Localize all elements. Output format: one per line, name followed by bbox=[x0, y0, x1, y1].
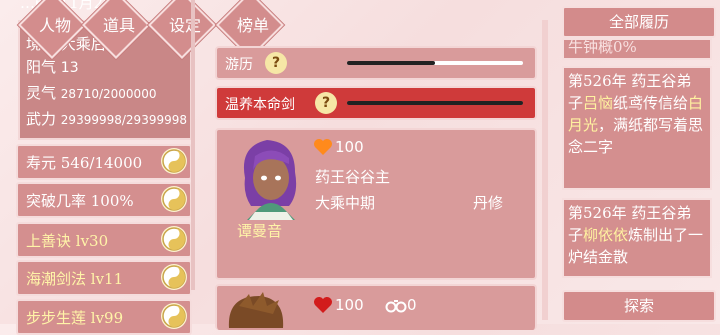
travel-progress-fill bbox=[347, 61, 435, 65]
skill-breakthrough[interactable]: 突破几率 100% bbox=[16, 182, 192, 218]
help-icon[interactable]: ? bbox=[265, 52, 287, 74]
middle-scrollbar[interactable] bbox=[542, 20, 548, 320]
skill-haichao[interactable]: 海潮剑法 lv11 bbox=[16, 260, 192, 296]
heart-orange-icon bbox=[313, 138, 333, 160]
skill-lifespan[interactable]: 寿元 546/14000 bbox=[16, 144, 192, 180]
npc-portrait bbox=[228, 292, 284, 328]
yinyang-icon[interactable] bbox=[161, 303, 187, 329]
left-scrollbar[interactable] bbox=[191, 0, 195, 290]
yinyang-icon[interactable] bbox=[161, 186, 187, 212]
npc-realm: 大乘中期 bbox=[315, 194, 376, 212]
yinyang-icon[interactable] bbox=[161, 264, 187, 290]
explore-button[interactable]: 探索 bbox=[562, 290, 716, 322]
travel-bar[interactable]: 游历 ? bbox=[215, 46, 537, 80]
force-stat: 武力 29399998/29399998 bbox=[26, 110, 187, 128]
npc-portrait bbox=[243, 140, 297, 220]
yinyang-icon[interactable] bbox=[161, 226, 187, 252]
spirit-stat: 灵气 28710/2000000 bbox=[26, 84, 157, 102]
history-entry: 第526年 药王谷弟子柳依依炼制出了一炉结金散 bbox=[562, 198, 712, 278]
sword-progress-fill bbox=[347, 101, 523, 105]
sword-bar[interactable]: 温养本命剑 ? bbox=[215, 86, 537, 120]
npc2-affection: 100 bbox=[335, 296, 364, 314]
npc-name: 谭曼音 bbox=[237, 222, 283, 240]
skill-bubu[interactable]: 步步生莲 lv99 bbox=[16, 299, 192, 335]
npc-relation: 丹修 bbox=[473, 194, 504, 212]
sword-progress-track bbox=[347, 101, 523, 105]
help-icon[interactable]: ? bbox=[315, 92, 337, 114]
history-entry: 第526年 药王谷弟子吕恼纸鸢传信给白月光，满纸都写着思念二字 bbox=[562, 66, 712, 190]
npc-card-2[interactable]: 100 0 bbox=[215, 284, 537, 330]
history-entry-partial: 牛钟概0% bbox=[562, 38, 712, 60]
skill-shangshan[interactable]: 上善诀 lv30 bbox=[16, 222, 192, 258]
yang-stat: 阳气 13 bbox=[26, 58, 79, 76]
handcuff-icon bbox=[385, 296, 407, 318]
npc-affection: 100 bbox=[335, 138, 364, 156]
heart-red-icon bbox=[313, 296, 333, 318]
all-history-button[interactable]: 全部履历 bbox=[562, 6, 716, 38]
travel-progress-track bbox=[347, 61, 523, 65]
npc-title: 药王谷谷主 bbox=[315, 168, 391, 186]
npc2-bond: 0 bbox=[407, 296, 417, 314]
npc-card[interactable]: 谭曼音 100 药王谷谷主 大乘中期 丹修 bbox=[215, 128, 537, 280]
yinyang-icon[interactable] bbox=[161, 148, 187, 174]
